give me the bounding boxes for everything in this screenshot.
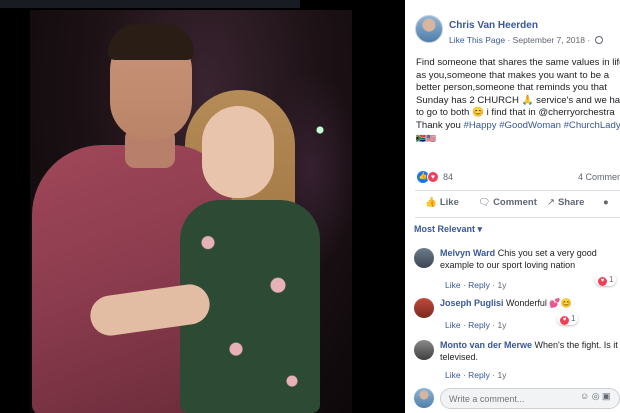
post-sidebar: Chris Van Heerden Like This Page · Septe…	[405, 0, 620, 413]
commenter-avatar[interactable]	[414, 340, 434, 360]
post-actions: 👍 Like 🗨 Comment ↗ Share ●	[405, 194, 620, 214]
comment-body: Monto van der Merwe When's the fight. Is…	[440, 340, 620, 363]
comment-age[interactable]: 1y	[497, 370, 506, 380]
photo-viewer	[0, 0, 405, 413]
comment-reply-link[interactable]: Reply	[468, 280, 490, 290]
post-text-line: to go to both 😊 i find that in @cherryor…	[416, 107, 615, 119]
heart-icon: ♥	[598, 277, 607, 286]
post-date[interactable]: September 7, 2018	[513, 35, 585, 45]
author-name[interactable]: Chris Van Heerden	[449, 20, 538, 31]
comment-label: Comment	[493, 197, 537, 208]
post-meta: Like This Page · September 7, 2018 ·	[449, 35, 603, 45]
meta-separator: ·	[507, 35, 511, 45]
comment-reply-link[interactable]: Reply	[468, 370, 490, 380]
reaction-count[interactable]: 84	[443, 172, 453, 182]
post-photo[interactable]	[30, 10, 352, 413]
avatar-dropdown-icon: ●	[603, 197, 609, 208]
comment-icon: 🗨	[478, 197, 491, 208]
divider	[415, 190, 620, 191]
comment-button[interactable]: 🗨 Comment	[478, 197, 537, 208]
post-text-line: as you,someone that makes you want to be…	[416, 69, 610, 81]
photo-top-strip	[0, 0, 300, 8]
commenter-avatar[interactable]	[414, 298, 434, 318]
comment-reaction-badge[interactable]: ♥ 1	[557, 312, 579, 325]
meta-separator: ·	[587, 35, 591, 45]
commenter-avatar[interactable]	[414, 248, 434, 268]
globe-icon	[594, 36, 603, 44]
comment-like-link[interactable]: Like	[445, 280, 461, 290]
comment-text: Wonderful 💕😊	[506, 298, 572, 308]
post-text-line: Thank you #Happy #GoodWoman #ChurchLady …	[416, 120, 620, 133]
commenter-name[interactable]: Melvyn Ward	[440, 248, 495, 258]
comment-reply-link[interactable]: Reply	[468, 320, 490, 330]
comment-like-link[interactable]: Like	[445, 320, 461, 330]
commenter-name[interactable]: Joseph Puglisi	[440, 298, 504, 308]
comment-sort-dropdown[interactable]: Most Relevant ▾	[414, 224, 482, 235]
man-hair	[108, 24, 194, 60]
post-header: Chris Van Heerden Like This Page · Septe…	[405, 0, 620, 52]
comment-like-link[interactable]: Like	[445, 370, 461, 380]
divider	[415, 217, 620, 218]
like-page-link[interactable]: Like This Page	[449, 35, 505, 45]
comment-actions: Like · Reply · 1y	[445, 320, 507, 330]
comment-composer: ☺ ◎ ▣	[405, 386, 620, 413]
share-label: Share	[557, 197, 585, 208]
hashtags[interactable]: #Happy #GoodWoman #ChurchLady #	[463, 120, 620, 131]
commenter-name[interactable]: Monto van der Merwe	[440, 340, 532, 350]
post-text-thanks: Thank you	[416, 119, 461, 131]
post-text-line: Sunday has 2 CHURCH 🙏 service's and we h…	[416, 94, 620, 106]
post-text-line: Find someone that shares the same values…	[416, 57, 620, 68]
comment-reaction-badge[interactable]: ♥ 1	[595, 273, 617, 286]
comment-actions: Like · Reply · 1y	[445, 280, 507, 290]
comment-age[interactable]: 1y	[497, 280, 506, 290]
love-reaction-icon: ♥	[427, 171, 439, 183]
comment-reaction-count: 1	[571, 314, 576, 323]
comments-count[interactable]: 4 Comments	[578, 172, 620, 182]
post-text-line: better person,someone that reminds you t…	[416, 82, 607, 94]
like-button[interactable]: 👍 Like	[425, 197, 459, 208]
heart-icon: ♥	[560, 316, 569, 325]
comment-body: Melvyn Ward Chis you set a very good exa…	[440, 248, 620, 271]
comment-reaction-count: 1	[609, 275, 614, 284]
flag-emojis: 🇿🇦🇺🇸	[416, 133, 436, 143]
share-icon: ↗	[547, 197, 555, 208]
composer-emoji-camera-gif-icons[interactable]: ☺ ◎ ▣	[580, 391, 611, 402]
comment-body: Joseph Puglisi Wonderful 💕😊	[440, 298, 620, 310]
thumbs-up-icon: 👍	[425, 197, 437, 208]
sort-label: Most Relevant	[414, 224, 476, 234]
author-avatar[interactable]	[415, 15, 443, 43]
viewer-avatar	[414, 388, 434, 408]
woman-face	[202, 106, 274, 198]
like-label: Like	[439, 197, 459, 208]
audience-selector[interactable]: ●	[603, 197, 612, 208]
comment-actions: Like · Reply · 1y	[445, 370, 507, 380]
reactions-summary[interactable]: 👍 ♥ 84 4 Comments	[405, 168, 620, 188]
post-text: Find someone that shares the same values…	[416, 57, 620, 145]
comment-age[interactable]: 1y	[497, 320, 506, 330]
share-button[interactable]: ↗ Share	[547, 197, 584, 208]
